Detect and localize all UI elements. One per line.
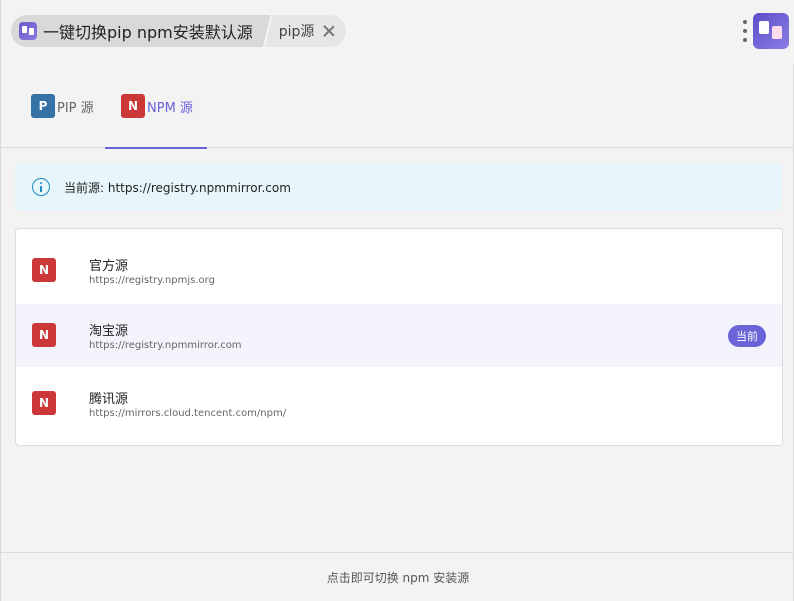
source-name: 腾讯源 [89,392,129,407]
info-icon [32,178,50,196]
app-title: 一键切换pip npm安装默认源 [43,23,253,42]
npm-badge-icon: N [32,323,56,347]
app-title-segment[interactable]: 一键切换pip npm安装默认源 [11,15,271,47]
tab-npm[interactable]: N NPM 源 [105,64,207,149]
pip-badge-icon: P [31,94,55,118]
tab-label: NPM 源 [147,100,193,116]
title-bar: 一键切换pip npm安装默认源 pip源 [1,0,794,64]
source-list: N 官方源 https://registry.npmjs.org N 淘宝源 h… [15,228,783,446]
npm-badge-icon: N [32,258,56,282]
current-badge: 当前 [728,325,766,347]
app-tab-pill: 一键切换pip npm安装默认源 pip源 [11,15,347,47]
app-logo-icon [19,22,37,40]
tab-pip[interactable]: P PIP 源 [31,64,94,148]
subtab-segment[interactable]: pip源 [264,15,347,47]
source-url: https://mirrors.cloud.tencent.com/npm/ [89,408,287,419]
close-icon[interactable] [322,24,336,38]
subtab-title: pip源 [278,24,315,40]
tab-label: PIP 源 [57,100,94,116]
footer-hint-text: 点击即可切换 npm 安装源 [326,570,470,585]
source-item-tencent[interactable]: N 腾讯源 https://mirrors.cloud.tencent.com/… [16,370,782,436]
source-url: https://registry.npmjs.org [89,275,215,286]
current-source-banner: 当前源: https://registry.npmmirror.com [15,164,782,210]
plugin-logo-icon[interactable] [753,13,789,49]
source-item-official[interactable]: N 官方源 https://registry.npmjs.org [16,237,782,303]
npm-badge-icon: N [32,391,56,415]
more-menu-icon[interactable] [742,20,748,42]
source-name: 淘宝源 [89,324,129,339]
source-tabs: P PIP 源 N NPM 源 [1,64,794,149]
source-url: https://registry.npmmirror.com [89,340,242,351]
source-item-taobao[interactable]: N 淘宝源 https://registry.npmmirror.com 当前 [16,304,782,367]
current-source-text: 当前源: https://registry.npmmirror.com [64,180,291,195]
source-name: 官方源 [89,259,129,274]
footer-hint: 点击即可切换 npm 安装源 [1,552,794,601]
npm-badge-icon: N [121,94,145,118]
app-window: 一键切换pip npm安装默认源 pip源 P PIP 源 N NPM 源 当前… [0,0,794,601]
